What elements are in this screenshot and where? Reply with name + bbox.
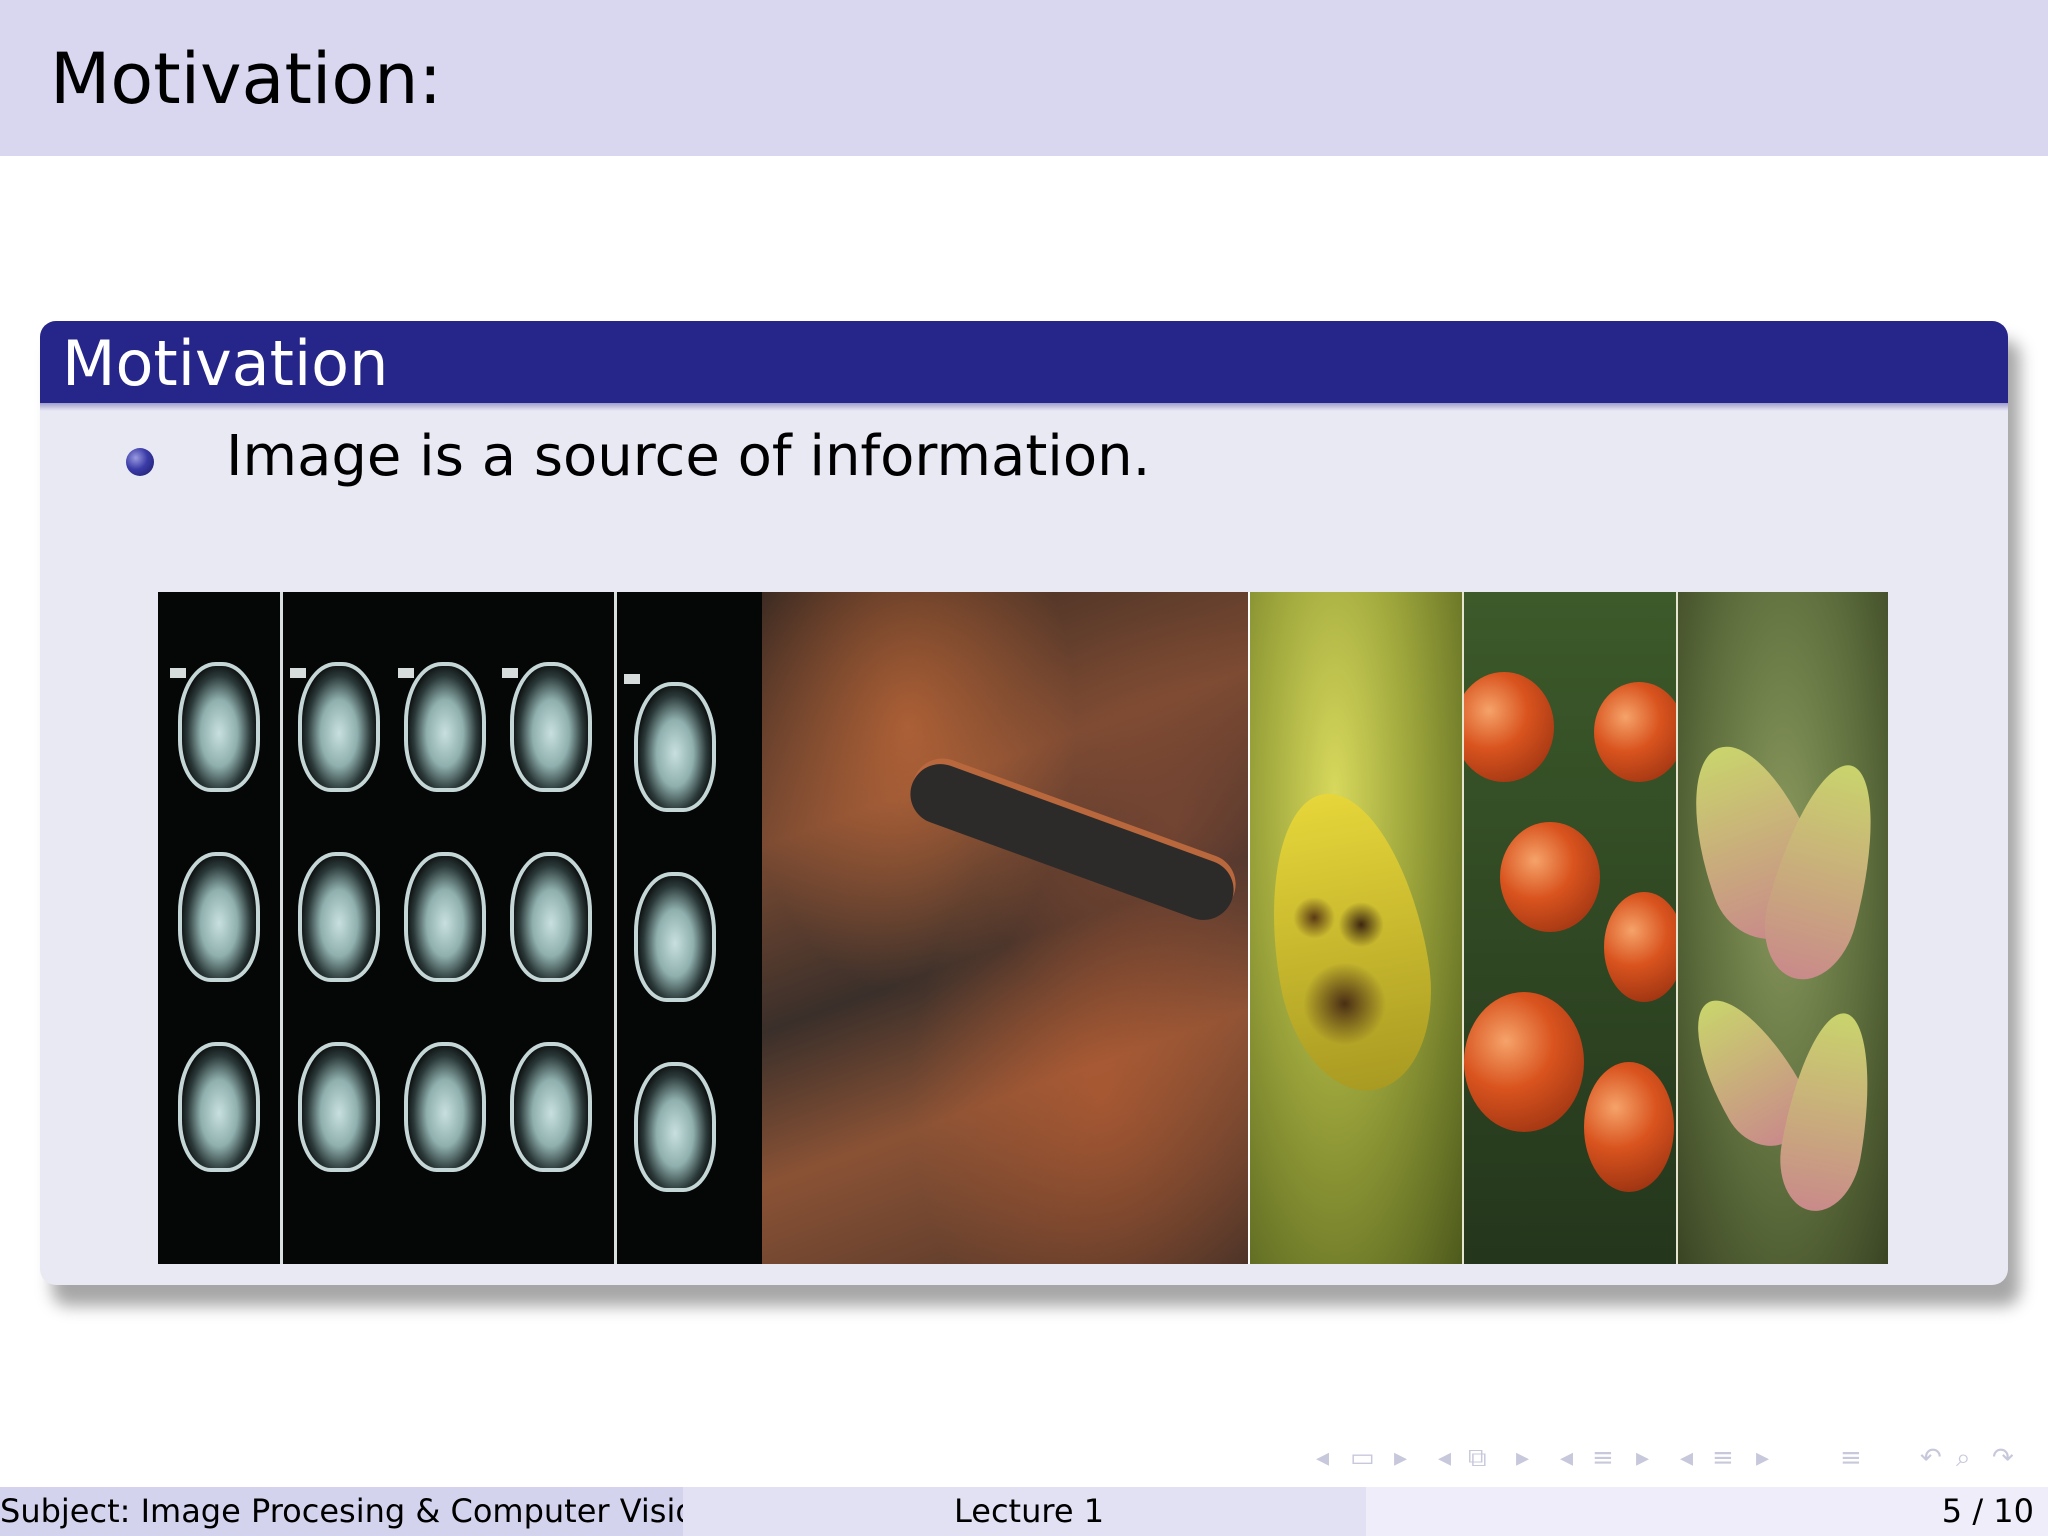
block-header-shade xyxy=(40,403,2008,411)
nav-frame-icon[interactable]: ▭ xyxy=(1350,1438,1375,1478)
nav-next-slide-icon[interactable]: ▸ xyxy=(1516,1438,1529,1478)
ct-marker xyxy=(398,668,414,678)
ct-slice xyxy=(298,1042,380,1172)
ct-slice xyxy=(510,852,592,982)
tomato xyxy=(1464,672,1554,782)
page-number: 5 / 10 xyxy=(1941,1492,2034,1530)
ct-slice xyxy=(404,852,486,982)
nav-next-subsection-icon[interactable]: ▸ xyxy=(1756,1438,1769,1478)
footer: Subject: Image Procesing & Computer Visi… xyxy=(0,1487,2048,1536)
nav-section-icon[interactable]: ≡ xyxy=(1592,1438,1614,1478)
diseased-leaf xyxy=(1250,781,1449,1103)
ct-marker xyxy=(624,674,640,684)
tomato xyxy=(1464,992,1584,1132)
nav-search-icon[interactable]: ⌕ xyxy=(1956,1438,1971,1478)
ct-slice xyxy=(510,1042,592,1172)
nav-next-frame-icon[interactable]: ▸ xyxy=(1394,1438,1407,1478)
footer-lecture-section: Lecture 1 xyxy=(683,1487,1366,1536)
ct-divider xyxy=(280,592,283,1264)
bullet-icon xyxy=(126,448,154,476)
ct-slice xyxy=(298,852,380,982)
ct-slice xyxy=(510,662,592,792)
ct-marker xyxy=(290,668,306,678)
ct-slice xyxy=(178,662,260,792)
ct-marker xyxy=(170,668,186,678)
ct-slice xyxy=(298,662,380,792)
tomato xyxy=(1604,892,1676,1002)
nav-slide-icon[interactable]: ⧉ xyxy=(1468,1438,1487,1478)
image-collage xyxy=(158,592,1890,1264)
plant-disease-image xyxy=(1676,592,1888,1264)
terrain-image xyxy=(762,592,1248,1264)
tomato-disease-image xyxy=(1462,592,1676,1264)
nav-prev-subsection-icon[interactable]: ◂ xyxy=(1680,1438,1693,1478)
ct-slice xyxy=(634,872,716,1002)
nav-prev-frame-icon[interactable]: ◂ xyxy=(1316,1438,1329,1478)
footer-subject-section: Subject: Image Procesing & Computer Visi… xyxy=(0,1487,715,1536)
block-title: Motivation xyxy=(62,327,389,400)
ct-scans-image xyxy=(158,592,762,1264)
footer-lecture: Lecture 1 xyxy=(954,1492,1105,1530)
footer-page-section: 5 / 10 xyxy=(1366,1487,2048,1536)
tomato xyxy=(1584,1062,1674,1192)
terrain-ridge xyxy=(901,755,1243,929)
ct-slice xyxy=(404,1042,486,1172)
footer-subject: Subject: Image Procesing & Computer Visi… xyxy=(0,1492,716,1530)
plant-leaf xyxy=(1771,1006,1885,1218)
nav-forward-icon[interactable]: ↷ xyxy=(1992,1438,2014,1478)
tomato xyxy=(1500,822,1600,932)
leaf-disease-image xyxy=(1248,592,1462,1264)
nav-next-section-icon[interactable]: ▸ xyxy=(1636,1438,1649,1478)
block-header: Motivation xyxy=(40,321,2008,403)
ct-slice xyxy=(178,1042,260,1172)
motivation-block: Motivation Image is a source of informat… xyxy=(40,321,2008,1285)
nav-toc-icon[interactable]: ≡ xyxy=(1840,1438,1862,1478)
ct-slice xyxy=(404,662,486,792)
frame-title: Motivation: xyxy=(50,38,443,120)
nav-back-icon[interactable]: ↶ xyxy=(1920,1438,1942,1478)
tomato xyxy=(1594,682,1676,782)
ct-slice xyxy=(634,1062,716,1192)
bullet-text: Image is a source of information. xyxy=(226,424,1151,489)
slide: Motivation: Motivation Image is a source… xyxy=(0,0,2048,1536)
nav-prev-slide-icon[interactable]: ◂ xyxy=(1438,1438,1451,1478)
ct-slice xyxy=(178,852,260,982)
nav-prev-section-icon[interactable]: ◂ xyxy=(1560,1438,1573,1478)
frame-title-bar: Motivation: xyxy=(0,0,2048,156)
ct-slice xyxy=(634,682,716,812)
ct-divider xyxy=(614,592,617,1264)
nav-subsection-icon[interactable]: ≡ xyxy=(1712,1438,1734,1478)
ct-marker xyxy=(502,668,518,678)
